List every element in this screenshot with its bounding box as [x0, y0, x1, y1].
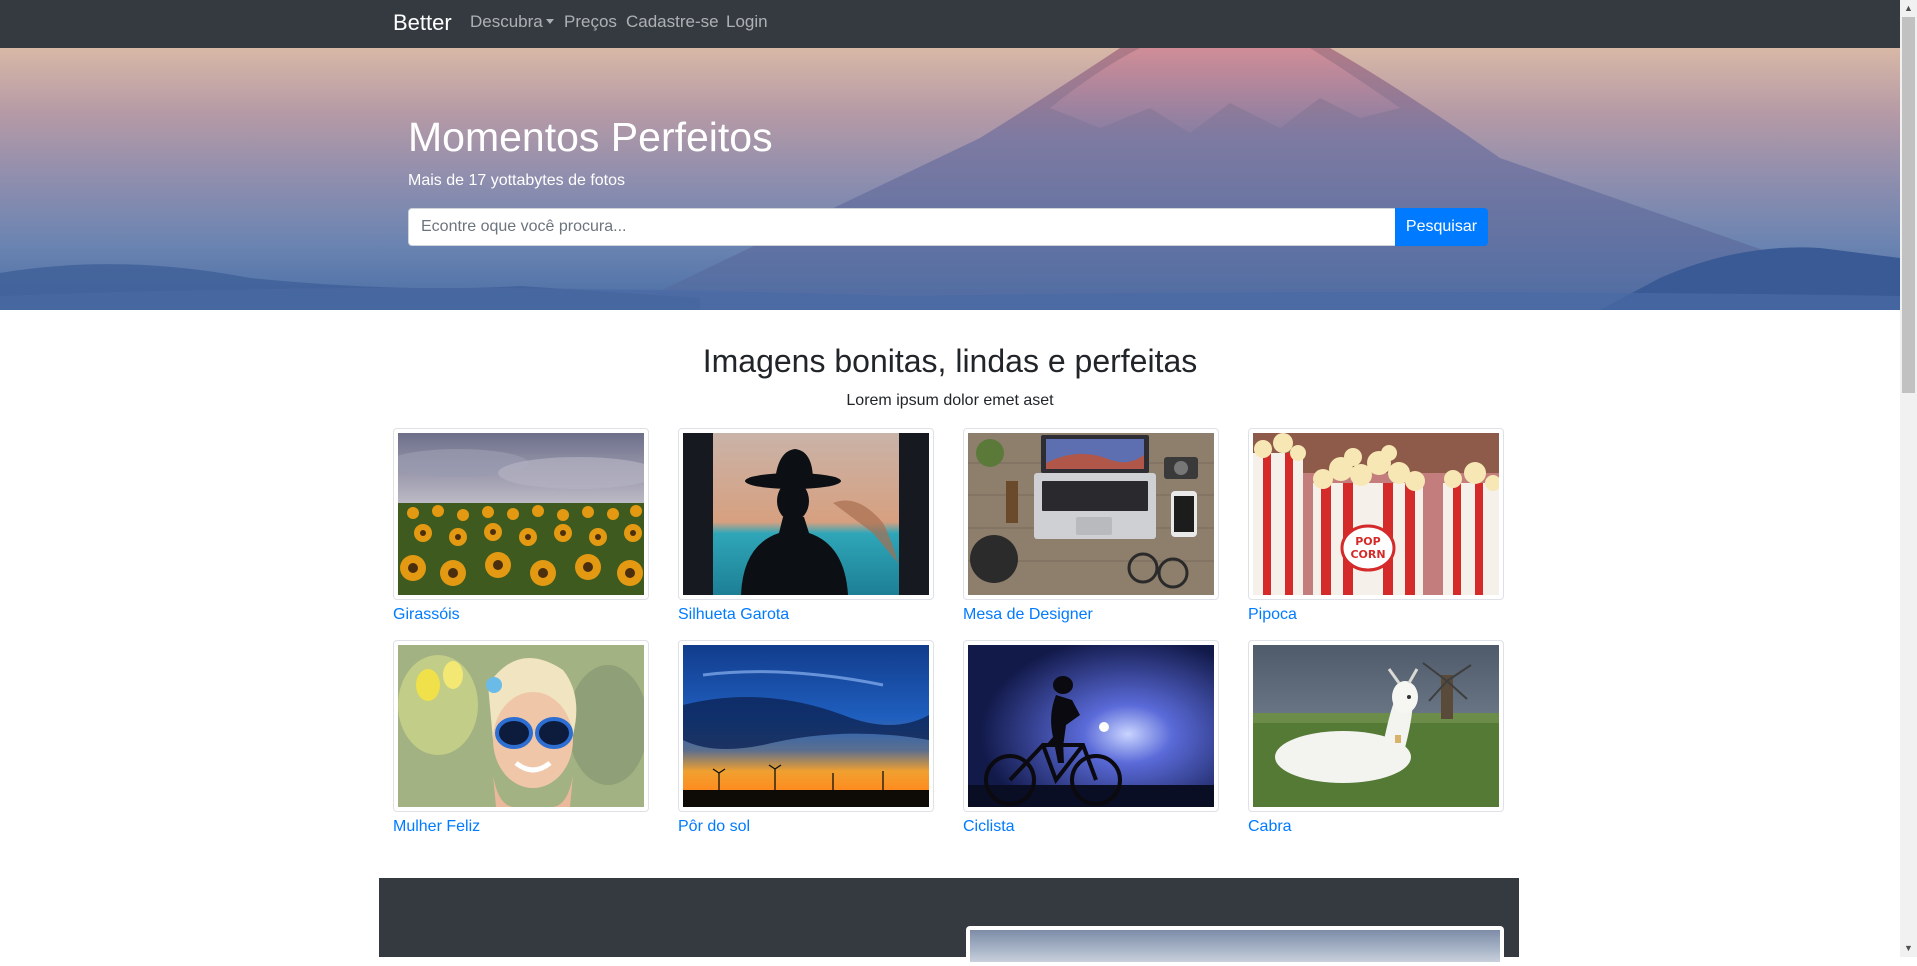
thumbnail[interactable] — [678, 428, 934, 600]
popcorn-image: POP CORN — [1253, 433, 1499, 595]
goat-image — [1253, 645, 1499, 807]
thumbnail[interactable] — [1248, 640, 1504, 812]
thumbnail[interactable] — [963, 428, 1219, 600]
gallery-card-pipoca: POP CORN Pipoca — [1248, 428, 1504, 624]
sunflowers-image — [398, 433, 644, 595]
cyclist-image — [968, 645, 1214, 807]
thumbnail[interactable] — [393, 428, 649, 600]
featured-image[interactable] — [966, 926, 1504, 966]
svg-text:CORN: CORN — [1350, 548, 1385, 561]
thumbnail[interactable] — [393, 640, 649, 812]
caption-link[interactable]: Mesa de Designer — [963, 606, 1219, 624]
sunset-image — [683, 645, 929, 807]
hero-subtitle: Mais de 17 yottabytes de fotos — [408, 172, 626, 189]
caption-link[interactable]: Pôr do sol — [678, 818, 934, 836]
hero-title: Momentos Perfeitos — [408, 114, 773, 160]
brand-link[interactable]: Better — [393, 10, 452, 36]
search-button[interactable]: Pesquisar — [1395, 208, 1488, 246]
thumbnail[interactable] — [678, 640, 934, 812]
gallery-card-cabra: Cabra — [1248, 640, 1504, 836]
caption-link[interactable]: Girassóis — [393, 606, 649, 624]
happy-woman-image — [398, 645, 644, 807]
caption-link[interactable]: Silhueta Garota — [678, 606, 934, 624]
mountain-background — [0, 48, 1900, 310]
thumbnail[interactable] — [963, 640, 1219, 812]
caret-down-icon — [545, 19, 554, 24]
page-scrollbar[interactable]: ▲ ▼ — [1900, 0, 1917, 957]
gallery-title: Imagens bonitas, lindas e perfeitas — [702, 343, 1198, 379]
silhouette-girl-image — [683, 433, 929, 595]
gallery-card-mulher-feliz: Mulher Feliz — [393, 640, 649, 836]
scroll-up-arrow-icon[interactable]: ▲ — [1900, 0, 1917, 17]
thumbnail[interactable]: POP CORN — [1248, 428, 1504, 600]
nav-link-cadastre-se[interactable]: Cadastre-se — [626, 12, 719, 32]
designer-desk-image — [968, 433, 1214, 595]
gallery-card-girassois: Girassóis — [393, 428, 649, 624]
scrollbar-thumb[interactable] — [1902, 17, 1915, 393]
svg-text:POP: POP — [1355, 535, 1380, 548]
hero-banner: Momentos Perfeitos Mais de 17 yottabytes… — [0, 48, 1900, 310]
nav-label-descubra: Descubra — [470, 12, 543, 31]
navbar: Better Descubra Preços Cadastre-se Login — [0, 0, 1900, 48]
gallery-card-por-do-sol: Pôr do sol — [678, 640, 934, 836]
featured-image-content — [970, 930, 1500, 962]
caption-link[interactable]: Mulher Feliz — [393, 818, 649, 836]
scroll-down-arrow-icon[interactable]: ▼ — [1900, 940, 1917, 957]
gallery-card-mesa-de-designer: Mesa de Designer — [963, 428, 1219, 624]
caption-link[interactable]: Cabra — [1248, 818, 1504, 836]
search-input[interactable] — [408, 208, 1396, 246]
gallery-card-ciclista: Ciclista — [963, 640, 1219, 836]
nav-link-login[interactable]: Login — [726, 12, 768, 32]
caption-link[interactable]: Pipoca — [1248, 606, 1504, 624]
gallery-subtitle: Lorem ipsum dolor emet aset — [846, 392, 1054, 409]
nav-dropdown-descubra[interactable]: Descubra — [470, 12, 554, 32]
caption-link[interactable]: Ciclista — [963, 818, 1219, 836]
nav-link-precos[interactable]: Preços — [564, 12, 617, 32]
gallery-card-silhueta-garota: Silhueta Garota — [678, 428, 934, 624]
